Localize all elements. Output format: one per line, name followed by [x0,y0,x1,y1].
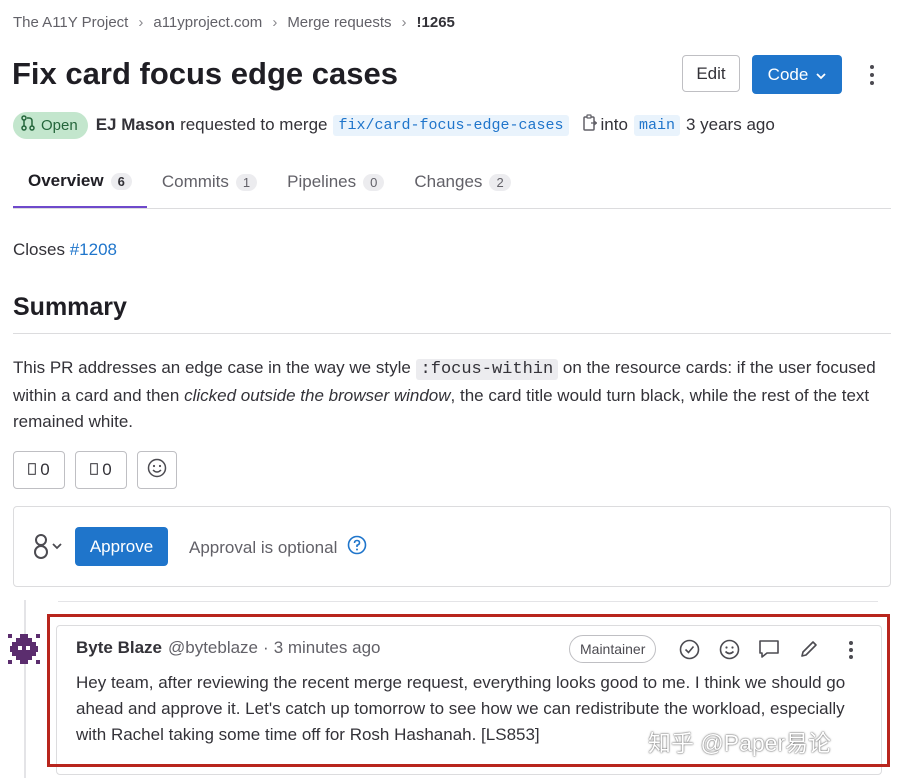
breadcrumb-item-current[interactable]: !1265 [417,14,455,31]
source-branch[interactable]: fix/card-focus-edge-cases [333,114,569,136]
approve-button[interactable]: Approve [75,527,168,566]
thumbs-up-icon [28,460,37,480]
approval-status-text: Approval is optional [189,537,338,557]
closes-issue-line: Closes #1208 [13,240,117,260]
thumbs-down-icon [90,460,99,480]
page-title: Fix card focus edge cases [12,56,398,91]
tab-label: Changes [414,172,483,191]
tab-count: 6 [110,172,132,190]
avatar-icon[interactable] [6,631,42,667]
approval-status: Approval is optional [189,535,367,560]
thumbs-down-count: 0 [102,460,112,479]
created-time: 3 years ago [685,115,775,134]
thumbs-down-button[interactable]: 0 [75,451,127,489]
closes-label: Closes [13,240,65,259]
tab-count: 2 [489,173,511,191]
tab-count: 1 [235,173,258,191]
inline-code: :focus-within [415,359,559,380]
target-branch[interactable]: main [633,114,680,136]
summary-paragraph: This PR addresses an edge case in the wa… [13,355,891,435]
breadcrumb-separator: › [401,14,407,31]
merge-request-meta: Open EJ Mason requested to merge fix/car… [13,111,775,139]
approvers-icon[interactable] [33,533,65,564]
tab-changes[interactable]: Changes 2 [399,156,525,208]
tab-label: Pipelines [287,172,357,191]
watermark: 知乎 @Paper易论 [648,730,832,756]
status-badge: Open [13,111,88,139]
code-dropdown-button[interactable]: Code [752,55,842,94]
smiley-icon [147,458,167,483]
add-reaction-button[interactable] [137,451,177,489]
summary-heading: Summary [13,293,891,334]
tab-label: Overview [28,171,104,190]
tab-count: 0 [363,173,385,191]
timeline-line [24,600,26,778]
chevron-down-icon [816,65,826,85]
thumbs-up-button[interactable]: 0 [13,451,65,489]
merge-request-icon [21,115,35,135]
tab-pipelines[interactable]: Pipelines 0 [272,156,399,208]
breadcrumb: The A11Y Project › a11yproject.com › Mer… [13,14,455,31]
help-icon[interactable] [347,535,367,560]
breadcrumb-separator: › [272,14,278,31]
paragraph-text: This PR addresses an edge case in the wa… [13,358,416,377]
status-label: Open [41,116,78,134]
author-link[interactable]: EJ Mason [96,115,175,135]
breadcrumb-item-project[interactable]: a11yproject.com [153,14,262,31]
breadcrumb-item-group[interactable]: The A11Y Project [13,14,128,31]
breadcrumb-item-merge-requests[interactable]: Merge requests [287,14,391,31]
divider [58,601,878,602]
tab-label: Commits [161,172,229,191]
copy-icon[interactable] [582,114,598,136]
thumbs-up-count: 0 [40,460,50,479]
merge-request-tabs: Overview 6 Commits 1 Pipelines 0 Changes… [13,156,891,209]
kebab-icon[interactable] [864,60,880,90]
action-text: requested to merge [180,115,328,134]
issue-link[interactable]: #1208 [70,240,117,259]
tab-commits[interactable]: Commits 1 [147,156,272,208]
tab-overview[interactable]: Overview 6 [13,156,147,208]
edit-button[interactable]: Edit [682,55,740,92]
code-button-label: Code [767,64,809,84]
into-text: into [600,115,628,134]
emphasis-text: clicked outside the browser window [184,386,451,405]
breadcrumb-separator: › [138,14,144,31]
